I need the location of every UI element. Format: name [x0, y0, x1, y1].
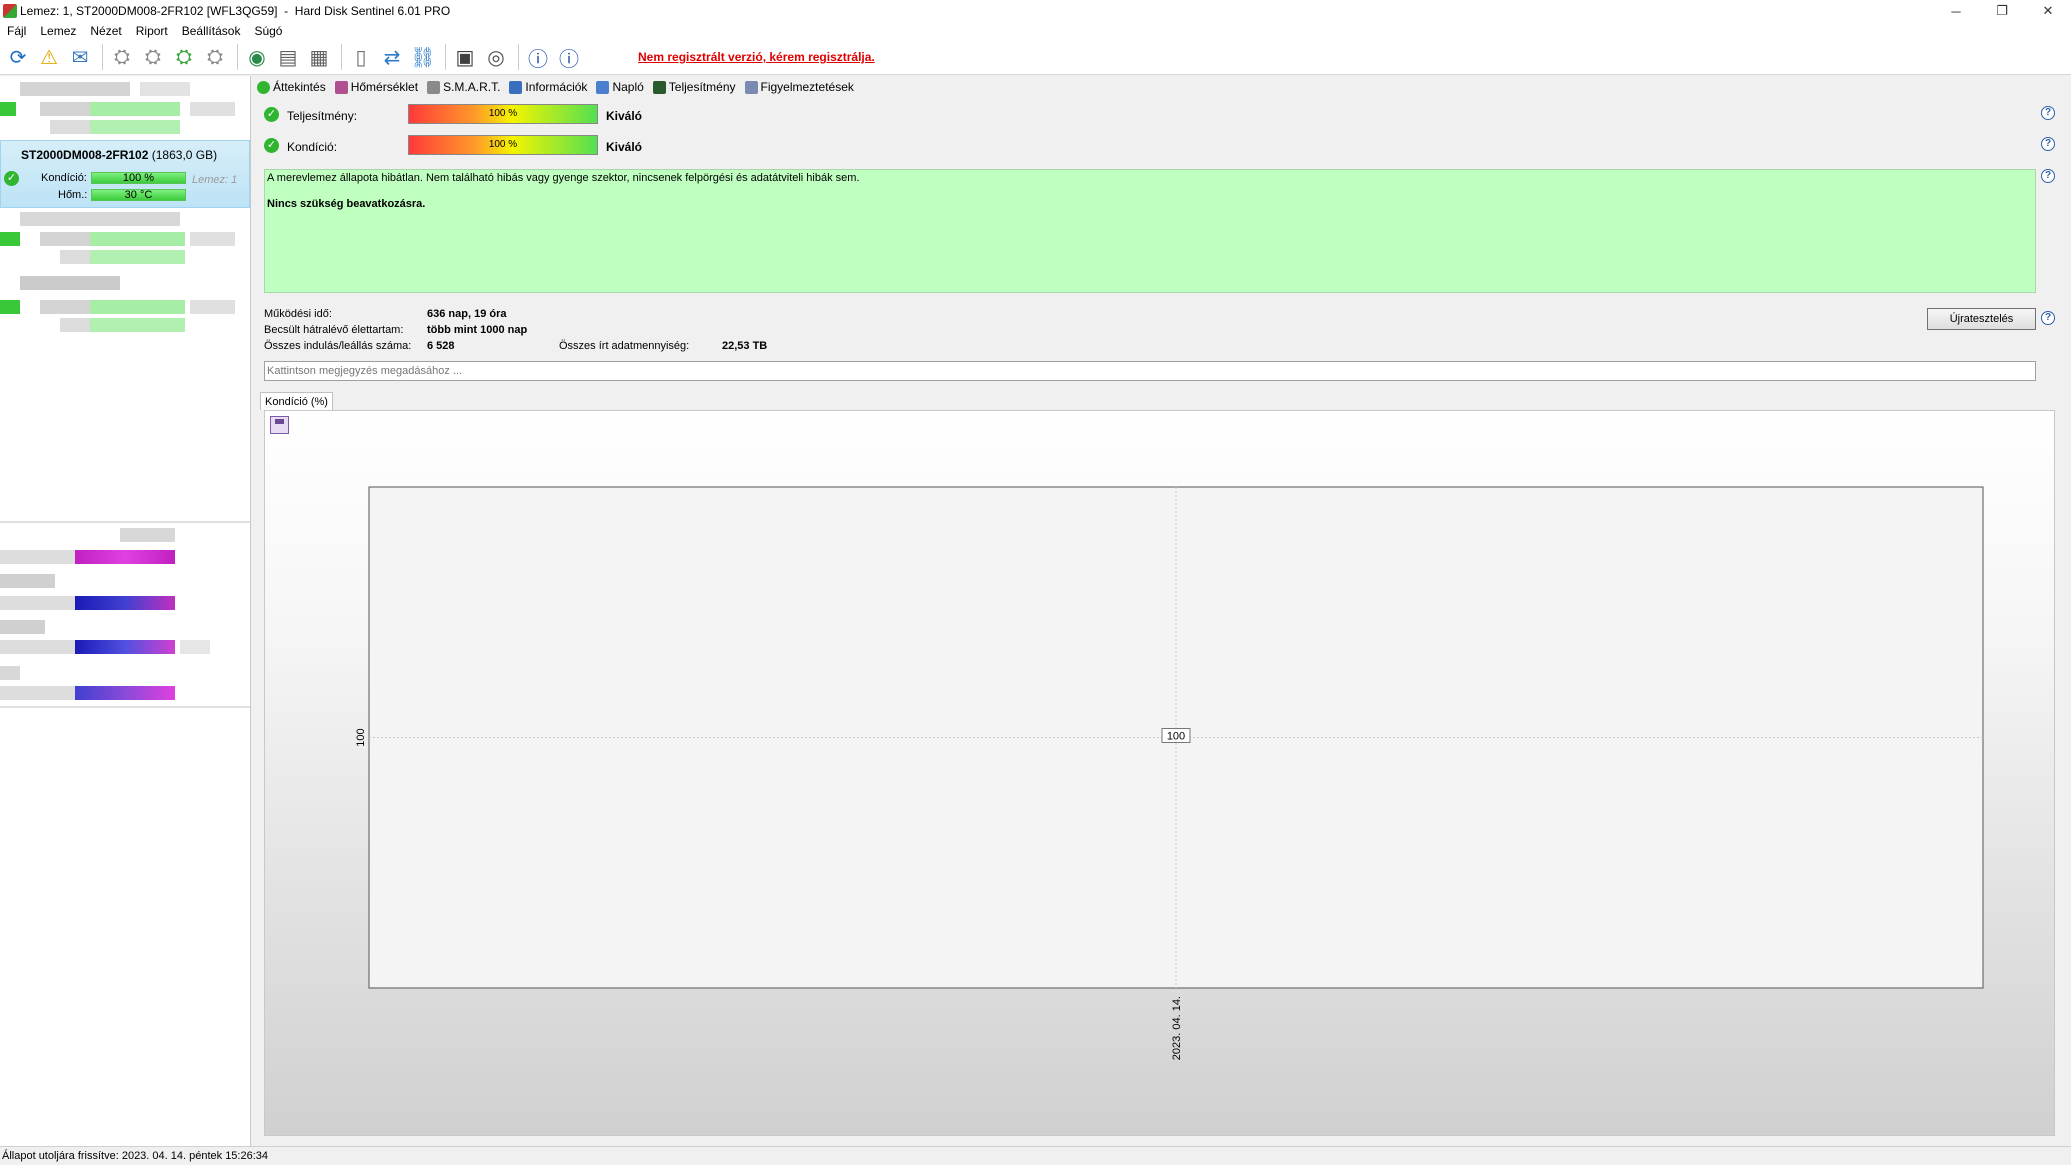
data-label: 100	[1167, 731, 1185, 743]
x-tick-label: 2023. 04. 14.	[1171, 996, 1183, 1060]
y-tick-label: 100	[355, 728, 367, 746]
condition-chart-plot: 100 2023. 04. 14. 100	[355, 486, 1984, 1060]
status-bar: Állapot utoljára frissítve: 2023. 04. 14…	[0, 1146, 2071, 1165]
